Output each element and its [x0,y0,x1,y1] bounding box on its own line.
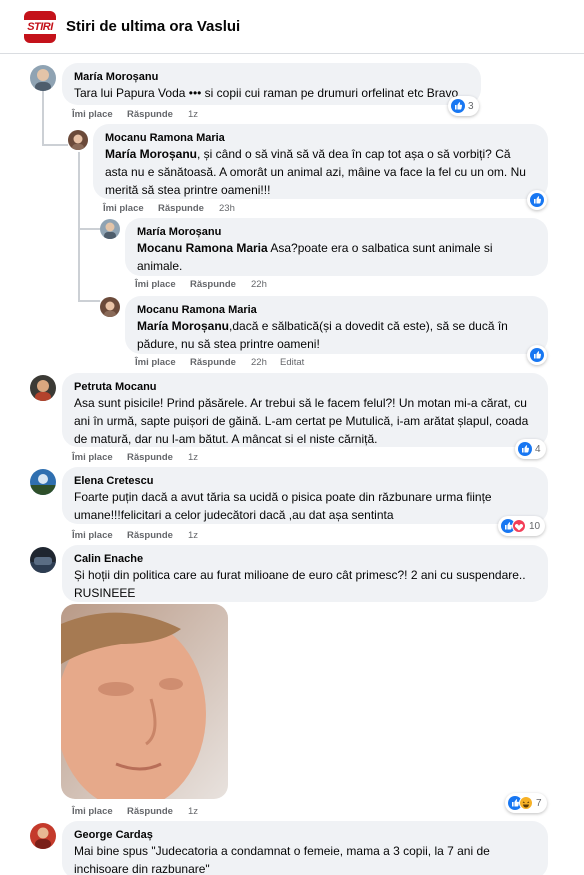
comment-text: Mai bine spus "Judecatoria a condamnat o… [74,844,490,875]
page-title[interactable]: Stiri de ultima ora Vaslui [66,18,240,35]
avatar[interactable] [30,823,56,849]
comment-bubble: Elena Cretescu Foarte puțin dacă a avut … [62,467,548,524]
reply-button[interactable]: Răspunde [190,357,236,369]
timestamp[interactable]: 1z [188,452,198,464]
comment-author[interactable]: George Cardaș [74,828,536,842]
comment-actions: Îmi place Răspunde 1z [72,530,232,542]
like-button[interactable]: Îmi place [72,530,113,542]
reaction-summary[interactable]: 3 [448,96,479,116]
comment-bubble: Calin Enache Și hoții din politica care … [62,545,548,602]
avatar[interactable] [100,219,120,239]
avatar[interactable] [100,297,120,317]
comment-author[interactable]: Mocanu Ramona Maria [137,303,536,317]
love-icon [512,519,526,533]
reaction-count: 7 [536,797,542,809]
reaction-count: 3 [468,100,474,112]
like-icon [530,193,544,207]
timestamp[interactable]: 22h [251,279,267,291]
comment-bubble: María Moroșanu Tara lui Papura Voda ••• … [62,63,481,105]
avatar[interactable] [30,547,56,573]
reply-button[interactable]: Răspunde [190,279,236,291]
like-button[interactable]: Îmi place [103,203,144,215]
comment-bubble: Mocanu Ramona Maria María Moroșanu, și c… [93,124,548,199]
comment-actions: Îmi place Răspunde 1z [72,806,232,818]
comment-actions: Îmi place Răspunde 1z [72,452,232,464]
reply-button[interactable]: Răspunde [158,203,204,215]
avatar[interactable] [30,469,56,495]
avatar[interactable] [30,65,56,91]
reply-button[interactable]: Răspunde [127,452,173,464]
comment-author[interactable]: María Moroșanu [137,225,536,239]
reply-button[interactable]: Răspunde [127,109,173,121]
comment-text: Asa sunt pisicile! Prind păsărele. Ar tr… [74,396,529,446]
comment-text: Și hoții din politica care au furat mili… [74,568,526,600]
comment-actions: Îmi place Răspunde 23h [103,203,263,215]
comment-author[interactable]: María Moroșanu [74,70,469,84]
reaction-summary[interactable]: 10 [498,516,546,536]
haha-icon [519,796,533,810]
reply-button[interactable]: Răspunde [127,530,173,542]
thread-line [42,144,68,146]
mention-link[interactable]: María Moroșanu [105,147,197,161]
timestamp[interactable]: 22h [251,357,267,369]
comment-author[interactable]: Calin Enache [74,552,536,566]
like-icon [530,348,544,362]
comment-author[interactable]: Petruta Mocanu [74,380,536,394]
reply-button[interactable]: Răspunde [127,806,173,818]
reaction-count: 4 [535,443,541,455]
comment-actions: Îmi place Răspunde 1z [72,109,232,121]
like-button[interactable]: Îmi place [135,279,176,291]
timestamp[interactable]: 1z [188,806,198,818]
timestamp[interactable]: 1z [188,530,198,542]
avatar[interactable] [68,130,88,150]
thread-line [78,228,100,230]
timestamp[interactable]: 1z [188,109,198,121]
like-icon [451,99,465,113]
reaction-summary[interactable] [527,190,547,210]
timestamp[interactable]: 23h [219,203,235,215]
comment-bubble: George Cardaș Mai bine spus "Judecatoria… [62,821,548,875]
thread-line [42,91,44,146]
like-button[interactable]: Îmi place [135,357,176,369]
comment-author[interactable]: Elena Cretescu [74,474,536,488]
gif-image[interactable] [61,604,228,799]
comment-bubble: Mocanu Ramona Maria María Moroșanu,dacă … [125,296,548,354]
like-button[interactable]: Îmi place [72,109,113,121]
page-logo[interactable]: STIRI [24,11,56,43]
reaction-summary[interactable]: 4 [515,439,546,459]
comment-text: Tara lui Papura Voda ••• si copii cui ra… [74,86,459,100]
like-button[interactable]: Îmi place [72,806,113,818]
edited-label: Editat [280,357,305,368]
comment-actions: Îmi place Răspunde 22h [135,279,295,291]
comment-actions: Îmi place Răspunde 22h Editat [135,357,335,369]
page-header: STIRI Stiri de ultima ora Vaslui [0,0,584,54]
comment-bubble: María Moroșanu Mocanu Ramona Maria Asa?p… [125,218,548,276]
comment-author[interactable]: Mocanu Ramona Maria [105,131,536,145]
like-icon [518,442,532,456]
reaction-summary[interactable] [527,345,547,365]
comment-text: Foarte puțin dacă a avut tăria sa ucidă … [74,490,492,522]
mention-link[interactable]: María Moroșanu [137,319,229,333]
comment-bubble: Petruta Mocanu Asa sunt pisicile! Prind … [62,373,548,447]
thread-line [78,300,100,302]
avatar[interactable] [30,375,56,401]
mention-link[interactable]: Mocanu Ramona Maria [137,241,268,255]
reaction-summary[interactable]: 7 [505,793,547,813]
like-button[interactable]: Îmi place [72,452,113,464]
thread-line [78,152,80,300]
reaction-count: 10 [529,520,541,532]
